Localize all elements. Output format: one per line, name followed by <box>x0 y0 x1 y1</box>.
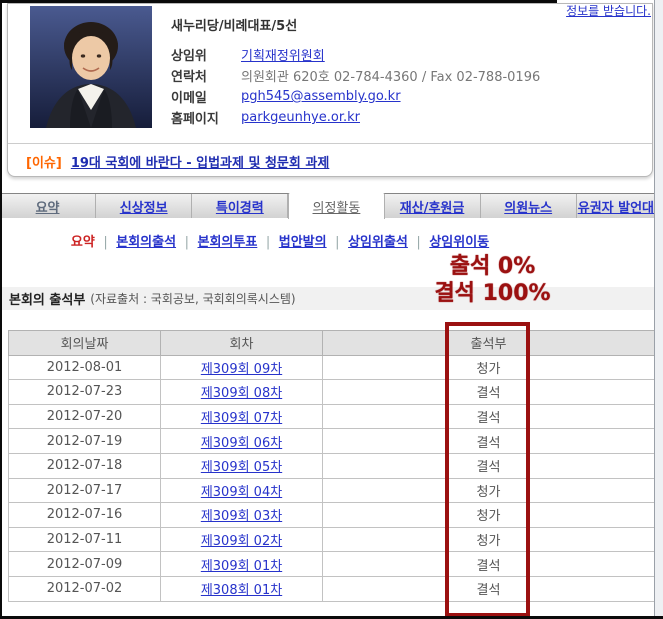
committee-link[interactable]: 기획재정위원회 <box>241 45 325 64</box>
subnav-bills-proposed[interactable]: 법안발의 <box>279 235 327 250</box>
meeting-date: 2012-07-18 <box>9 453 161 478</box>
email-link[interactable]: pgh545@assembly.go.kr <box>241 89 401 104</box>
main-tabbar: 요약 신상정보 특이경력 의정활동 재산/후원금 의원뉴스 유권자 발언대 <box>0 193 655 218</box>
member-profile-page: 정보를 받습니다. <box>0 0 663 619</box>
member-portrait-image <box>30 6 152 128</box>
meeting-date: 2012-08-01 <box>9 355 161 380</box>
tab-assets-donations[interactable]: 재산/후원금 <box>385 194 481 218</box>
session-link[interactable]: 제309회 07차 <box>201 411 282 426</box>
meeting-date: 2012-07-17 <box>9 478 161 503</box>
subnav-plenary-attendance[interactable]: 본회의출석 <box>116 235 176 250</box>
absence-percent: 결석 100% <box>380 280 605 307</box>
attendance-status: 결석 <box>323 380 655 405</box>
session-link[interactable]: 제309회 05차 <box>201 460 282 475</box>
table-row: 2012-07-17 제309회 04차 청가 <box>9 478 655 503</box>
attendance-percent: 출석 0% <box>380 253 605 280</box>
issue-tag: [이슈] <box>26 152 62 171</box>
party-district-terms: 새누리당/비례대표/5선 <box>171 15 540 34</box>
tab-special-career[interactable]: 특이경력 <box>192 194 288 218</box>
attendance-status: 청가 <box>323 478 655 503</box>
meeting-date: 2012-07-02 <box>9 576 161 601</box>
header-meeting-date: 회의날짜 <box>9 331 161 356</box>
window-edge-right <box>654 0 663 619</box>
tab-summary[interactable]: 요약 <box>0 194 96 218</box>
session-link[interactable]: 제309회 09차 <box>201 362 282 377</box>
attendance-status: 청가 <box>323 355 655 380</box>
tab-legislative-activity[interactable]: 의정활동 <box>288 193 384 219</box>
attendance-status: 청가 <box>323 527 655 552</box>
table-row: 2012-07-11 제309회 02차 청가 <box>9 527 655 552</box>
section-title: 본회의 출석부 <box>9 289 85 308</box>
field-label: 상임위 <box>171 45 241 64</box>
table-row: 2012-07-09 제309회 01차 결석 <box>9 552 655 577</box>
profile-field-homepage: 홈페이지 parkgeunhye.or.kr <box>171 107 540 128</box>
attendance-annotation: 출석 0% 결석 100% <box>380 253 605 307</box>
table-row: 2012-07-16 제309회 03차 청가 <box>9 503 655 528</box>
subnav-separator: | <box>103 235 107 250</box>
meeting-date: 2012-07-23 <box>9 380 161 405</box>
session-link[interactable]: 제308회 01차 <box>201 583 282 598</box>
table-row: 2012-08-01 제309회 09차 청가 <box>9 355 655 380</box>
tab-personal-info[interactable]: 신상정보 <box>96 194 192 218</box>
profile-box: 새누리당/비례대표/5선 상임위 기획재정위원회 연락처 의원회관 620호 0… <box>7 3 653 177</box>
session-link[interactable]: 제309회 08차 <box>201 386 282 401</box>
subnav-summary[interactable]: 요약 <box>71 235 95 250</box>
table-row: 2012-07-02 제308회 01차 결석 <box>9 576 655 601</box>
activity-subnav: 요약 | 본회의출석 | 본회의투표 | 법안발의 | 상임위출석 | 상임위이… <box>0 231 560 250</box>
table-row: 2012-07-23 제309회 08차 결석 <box>9 380 655 405</box>
session-link[interactable]: 제309회 06차 <box>201 436 282 451</box>
meeting-date: 2012-07-20 <box>9 404 161 429</box>
subnav-separator: | <box>335 235 339 250</box>
attendance-table-wrap: 회의날짜 회차 출석부 2012-08-01 제309회 09차 청가 2012… <box>8 330 655 602</box>
subnav-committee-moves[interactable]: 상임위이동 <box>429 235 489 250</box>
session-link[interactable]: 제309회 01차 <box>201 559 282 574</box>
profile-info: 새누리당/비례대표/5선 상임위 기획재정위원회 연락처 의원회관 620호 0… <box>171 15 540 128</box>
subscribe-info-link[interactable]: 정보를 받습니다. <box>566 2 651 19</box>
attendance-status: 결석 <box>323 552 655 577</box>
session-link[interactable]: 제309회 02차 <box>201 534 282 549</box>
field-label: 연락처 <box>171 66 241 85</box>
meeting-date: 2012-07-11 <box>9 527 161 552</box>
attendance-status: 청가 <box>323 503 655 528</box>
window-edge-top <box>0 0 557 3</box>
subnav-separator: | <box>416 235 420 250</box>
profile-field-contact: 연락처 의원회관 620호 02-784-4360 / Fax 02-788-0… <box>171 65 540 86</box>
tab-voter-board[interactable]: 유권자 발언대 <box>577 194 655 218</box>
attendance-status: 결석 <box>323 429 655 454</box>
contact-value: 의원회관 620호 02-784-4360 / Fax 02-788-0196 <box>241 66 540 85</box>
table-row: 2012-07-19 제309회 06차 결석 <box>9 429 655 454</box>
subnav-committee-attendance[interactable]: 상임위출석 <box>348 235 408 250</box>
session-link[interactable]: 제309회 04차 <box>201 485 282 500</box>
meeting-date: 2012-07-09 <box>9 552 161 577</box>
attendance-status: 결석 <box>323 453 655 478</box>
subnav-separator: | <box>185 235 189 250</box>
subnav-separator: | <box>266 235 270 250</box>
profile-field-email: 이메일 pgh545@assembly.go.kr <box>171 86 540 107</box>
issue-banner: [이슈] 19대 국회에 바란다 - 입법과제 및 청문회 과제 <box>8 143 652 178</box>
issue-title-link[interactable]: 19대 국회에 바란다 - 입법과제 및 청문회 과제 <box>71 152 330 171</box>
homepage-link[interactable]: parkgeunhye.or.kr <box>241 110 360 125</box>
table-row: 2012-07-20 제309회 07차 결석 <box>9 404 655 429</box>
profile-field-committee: 상임위 기획재정위원회 <box>171 44 540 65</box>
attendance-status: 결석 <box>323 576 655 601</box>
table-row: 2012-07-18 제309회 05차 결석 <box>9 453 655 478</box>
header-attendance: 출석부 <box>323 331 655 356</box>
meeting-date: 2012-07-19 <box>9 429 161 454</box>
window-edge-left <box>0 0 2 619</box>
attendance-status: 결석 <box>323 404 655 429</box>
header-session: 회차 <box>161 331 323 356</box>
field-label: 이메일 <box>171 87 241 106</box>
member-photo <box>30 6 152 128</box>
table-header-row: 회의날짜 회차 출석부 <box>9 331 655 356</box>
attendance-table: 회의날짜 회차 출석부 2012-08-01 제309회 09차 청가 2012… <box>8 330 655 602</box>
session-link[interactable]: 제309회 03차 <box>201 509 282 524</box>
tab-member-news[interactable]: 의원뉴스 <box>481 194 577 218</box>
subnav-plenary-votes[interactable]: 본회의투표 <box>198 235 258 250</box>
section-data-source: (자료출처 : 국회공보, 국회회의록시스템) <box>90 290 295 307</box>
meeting-date: 2012-07-16 <box>9 503 161 528</box>
field-label: 홈페이지 <box>171 108 241 127</box>
